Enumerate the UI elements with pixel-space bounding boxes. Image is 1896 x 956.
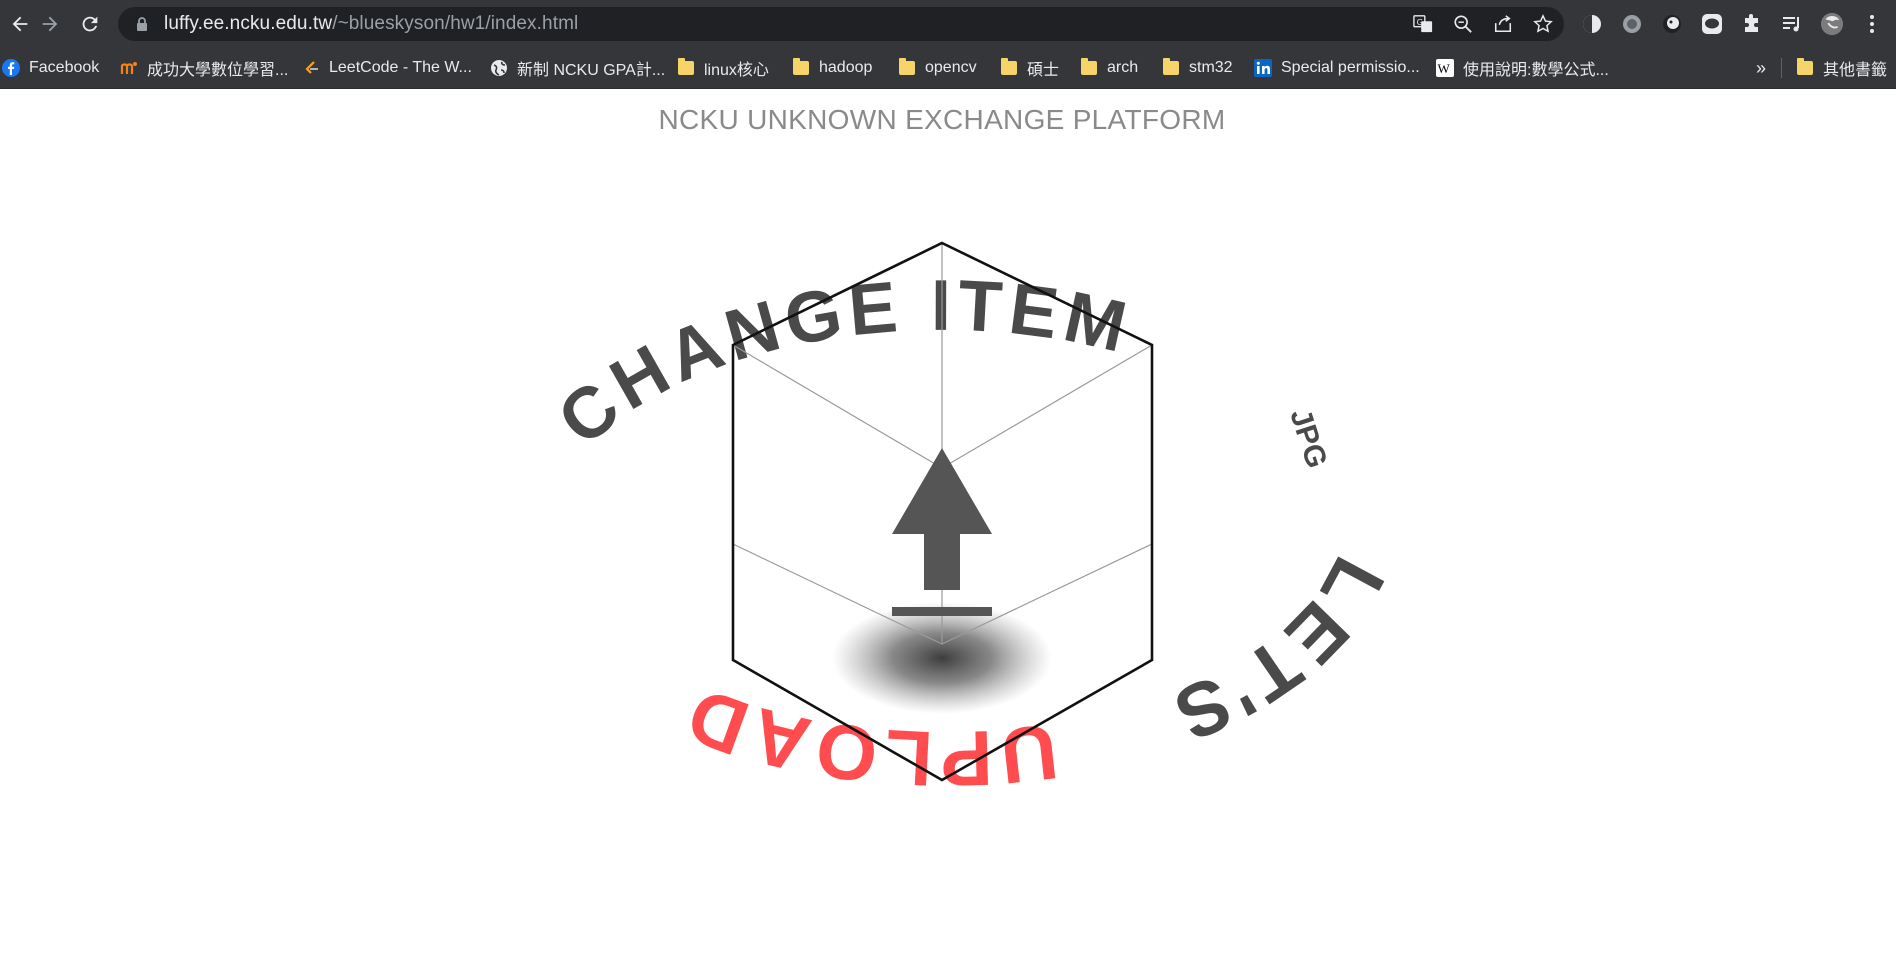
bookmark-folder-opencv[interactable]: opencv [898, 48, 977, 88]
forward-icon[interactable] [30, 4, 70, 44]
share-icon[interactable] [1492, 13, 1514, 35]
globe-icon [490, 59, 508, 77]
url-path: /~blueskyson/hw1/index.html [332, 13, 579, 34]
upload-graphic[interactable]: CHANGE ITEM JPG LET'S UPLOAD [0, 88, 1896, 956]
record-extension-icon[interactable] [1620, 12, 1644, 36]
bookmark-folder-linux[interactable]: linux核心 [677, 48, 769, 88]
ghost-extension-icon[interactable] [1660, 12, 1684, 36]
browser-toolbar: luffy.ee.ncku.edu.tw/~blueskyson/hw1/ind… [0, 0, 1896, 48]
wikipedia-icon: W [1436, 59, 1454, 77]
ring-text-lets: LET'S [1160, 544, 1401, 759]
ring-text-lets-path: LET'S [1160, 544, 1397, 759]
bookmark-moodle[interactable]: 成功大學數位學習... [120, 48, 288, 88]
bookmarks-bar: Facebook 成功大學數位學習... LeetCode - The W...… [0, 48, 1896, 89]
bookmark-facebook[interactable]: Facebook [2, 48, 99, 88]
folder-icon [898, 58, 916, 77]
zoom-icon[interactable] [1452, 13, 1474, 35]
bookmarks-overflow-button[interactable]: » [1756, 48, 1766, 88]
bookmark-label: Facebook [29, 59, 100, 76]
bookmarks-separator [1781, 58, 1782, 78]
folder-icon [677, 58, 695, 77]
bookmark-label: 新制 NCKU GPA計... [517, 62, 666, 79]
bookmark-ncku-gpa[interactable]: 新制 NCKU GPA計... [490, 48, 665, 88]
folder-icon [1080, 58, 1098, 77]
bookmark-folder-master[interactable]: 碩士 [1000, 48, 1059, 88]
linkedin-icon [1254, 59, 1272, 77]
bookmark-folder-stm32[interactable]: stm32 [1162, 48, 1233, 88]
folder-icon [792, 58, 810, 77]
bookmark-wikipedia[interactable]: W 使用說明:數學公式... [1436, 48, 1609, 88]
contrast-extension-icon[interactable] [1580, 12, 1604, 36]
bookmark-label: 其他書籤 [1823, 62, 1888, 79]
ring-text-right: JPG [1283, 405, 1333, 472]
bookmark-label: 成功大學數位學習... [147, 62, 289, 79]
leetcode-icon [302, 59, 320, 77]
svg-text:G: G [1417, 17, 1423, 27]
profile-avatar[interactable] [1820, 12, 1844, 36]
reload-icon[interactable] [70, 4, 110, 44]
url-host: luffy.ee.ncku.edu.tw [164, 13, 333, 34]
star-icon[interactable] [1532, 13, 1554, 35]
address-bar[interactable]: luffy.ee.ncku.edu.tw/~blueskyson/hw1/ind… [118, 7, 1564, 41]
bookmark-label: LeetCode - The W... [329, 59, 472, 76]
bookmark-folder-hadoop[interactable]: hadoop [792, 48, 872, 88]
bookmark-label: 使用說明:數學公式... [1463, 62, 1609, 79]
svg-text:W: W [1438, 61, 1451, 76]
folder-icon [1162, 58, 1180, 77]
puzzle-icon[interactable] [1740, 12, 1764, 36]
bookmark-leetcode[interactable]: LeetCode - The W... [302, 48, 472, 88]
bookmark-label: linux核心 [704, 62, 769, 79]
translate-icon[interactable]: G [1412, 13, 1434, 35]
bookmark-folder-arch[interactable]: arch [1080, 48, 1138, 88]
folder-icon [1796, 58, 1814, 77]
media-icon[interactable] [1780, 12, 1804, 36]
facebook-icon [2, 59, 20, 77]
menu-icon[interactable] [1860, 12, 1884, 36]
line-extension-icon[interactable] [1700, 12, 1724, 36]
bookmark-label: opencv [925, 59, 977, 76]
bookmark-label: Special permissio... [1281, 59, 1420, 76]
moodle-icon [120, 59, 138, 77]
bookmark-label: 碩士 [1027, 62, 1060, 79]
lock-icon[interactable] [134, 16, 150, 32]
bookmark-linkedin[interactable]: Special permissio... [1254, 48, 1420, 88]
folder-icon [1000, 58, 1018, 77]
bookmark-label: stm32 [1189, 59, 1233, 76]
bookmark-label: hadoop [819, 59, 873, 76]
url-text[interactable]: luffy.ee.ncku.edu.tw/~blueskyson/hw1/ind… [164, 13, 578, 35]
bookmark-folder-other[interactable]: 其他書籤 [1796, 48, 1887, 88]
bookmark-label: arch [1107, 59, 1139, 76]
